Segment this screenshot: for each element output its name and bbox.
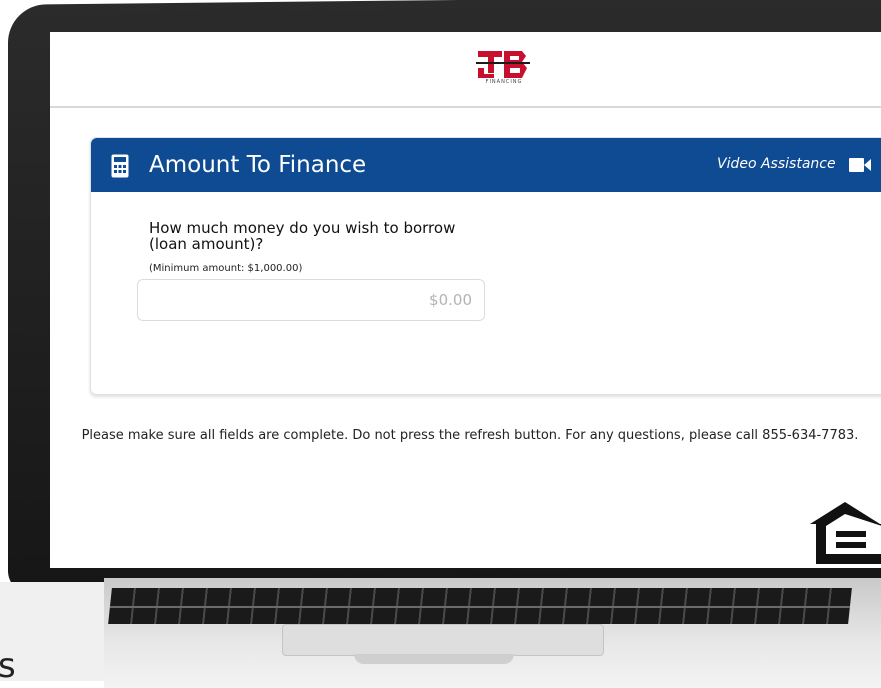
app-header: FINANCING — [50, 32, 881, 108]
logo-mark-icon — [476, 51, 530, 78]
card-header: Amount To Finance Video Assistance — [91, 138, 881, 192]
video-camera-icon[interactable] — [849, 158, 871, 172]
logo-caption: FINANCING — [485, 79, 523, 85]
card-title: Amount To Finance — [149, 152, 367, 178]
amount-card: Amount To Finance Video Assistance How m… — [90, 137, 881, 395]
minimum-amount-hint: (Minimum amount: $1,000.00) — [149, 263, 303, 274]
laptop-lip — [354, 654, 514, 664]
keyboard-row-divider — [109, 606, 851, 608]
laptop-trackpad — [282, 624, 604, 656]
cutoff-left-text: s — [0, 646, 16, 686]
video-assistance-link[interactable]: Video Assistance — [717, 156, 836, 172]
equal-housing-opportunity-icon — [810, 502, 881, 564]
calculator-icon — [111, 154, 129, 178]
loan-amount-question: How much money do you wish to borrow (lo… — [149, 219, 456, 253]
screen: FINANCING Amount To Finance Video Assist… — [50, 32, 881, 568]
brand-logo[interactable]: FINANCING — [474, 48, 534, 90]
footer-note: Please make sure all fields are complete… — [81, 428, 859, 443]
loan-amount-input[interactable] — [137, 279, 485, 321]
